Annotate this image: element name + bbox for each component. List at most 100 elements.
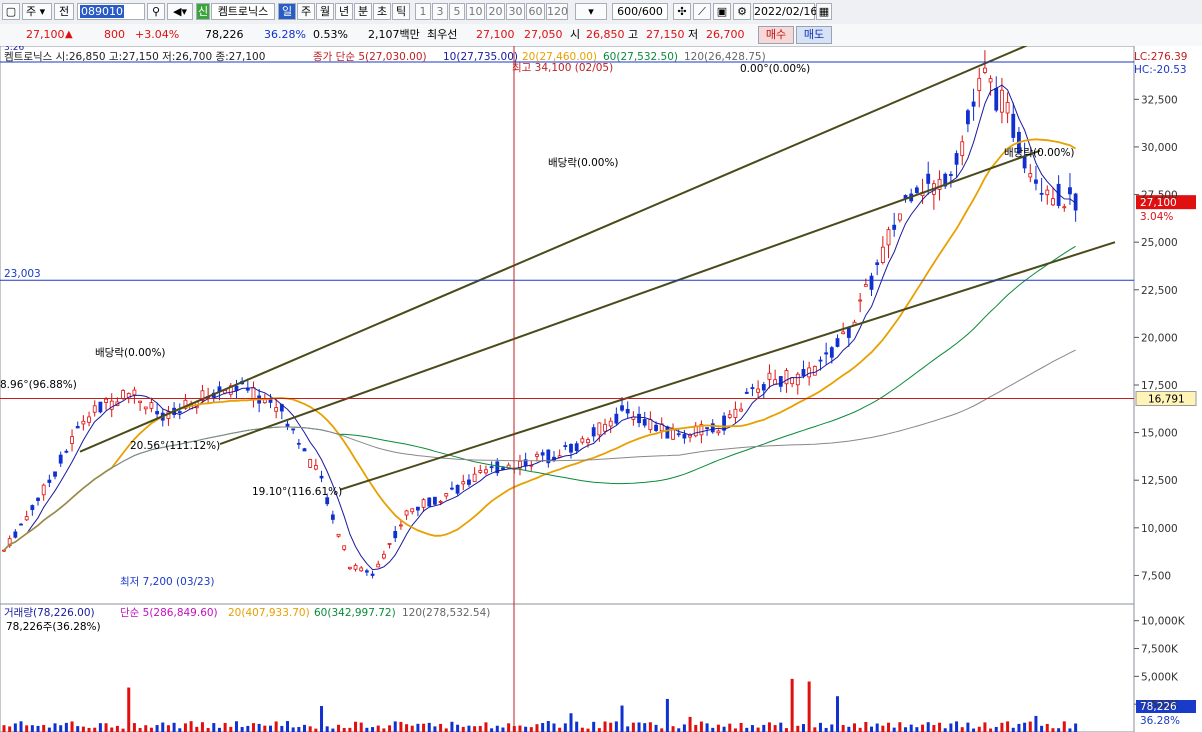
save-icon[interactable]: ▣: [713, 3, 731, 20]
best-bid: 27,050: [524, 28, 563, 41]
buy-button[interactable]: 매수: [758, 26, 794, 44]
candle-body: [739, 408, 743, 412]
candle-body: [597, 422, 602, 436]
interval-tab-5[interactable]: 5: [449, 3, 465, 20]
candle-body: [427, 497, 432, 507]
annotation-4: 배당락(0.00%): [1004, 147, 1075, 159]
volume-bar: [818, 722, 822, 732]
best-quote-label: 최우선: [427, 28, 458, 41]
volume-legend-ma120: 120(278,532.54): [402, 607, 490, 619]
market-selector[interactable]: 주 ▾: [22, 3, 52, 20]
candle-body: [58, 454, 63, 464]
interval-tab-60[interactable]: 60: [526, 3, 545, 20]
period-tab-0[interactable]: 일: [278, 3, 296, 20]
candle-body: [342, 545, 347, 550]
calendar-icon[interactable]: ▦: [816, 3, 832, 20]
speaker-icon[interactable]: ◀▾: [167, 3, 193, 20]
line-tool-icon[interactable]: ⟋: [693, 3, 711, 20]
volume-bar: [524, 726, 528, 732]
candle-body: [1034, 179, 1038, 184]
period-tab-2[interactable]: 월: [316, 3, 334, 20]
candle-body: [149, 402, 154, 409]
candle-body: [733, 408, 738, 418]
candle-body: [603, 423, 607, 432]
interval-dropdown[interactable]: ▾: [575, 3, 607, 20]
date-field[interactable]: 2022/02/16: [753, 3, 817, 20]
candle-body: [824, 352, 829, 355]
window-menu-icon[interactable]: ▢: [2, 3, 20, 20]
period-tab-4[interactable]: 분: [354, 3, 372, 20]
volume-bar: [677, 728, 681, 732]
candle-body: [858, 299, 863, 302]
crosshair-icon[interactable]: ✣: [673, 3, 691, 20]
candle-body: [750, 387, 755, 390]
candle-body: [444, 493, 449, 497]
volume-bar: [308, 726, 312, 732]
sell-button[interactable]: 매도: [796, 26, 832, 44]
volume-bar: [161, 722, 165, 732]
interval-tab-30[interactable]: 30: [506, 3, 525, 20]
volume-bar: [495, 725, 499, 732]
volume-bar: [813, 727, 817, 732]
volume-bar: [501, 727, 505, 732]
candle-body: [81, 420, 86, 425]
volume-bar: [1045, 723, 1049, 732]
interval-tab-10[interactable]: 10: [466, 3, 485, 20]
candle-body: [501, 467, 505, 470]
change-percent: +3.04%: [135, 28, 180, 41]
volume-bar: [371, 727, 375, 732]
stock-chart[interactable]: 32,50030,00027,50025,00022,50020,00017,5…: [0, 46, 1202, 732]
candle-body: [478, 470, 483, 473]
hline-label: 23,003: [4, 268, 41, 280]
annotation-1: 최저 7,200 (03/23): [120, 576, 215, 588]
volume-bar: [784, 728, 788, 732]
volume-bar: [206, 727, 210, 732]
candle-body: [30, 505, 35, 511]
volume-bar: [53, 723, 57, 732]
volume-bar: [382, 728, 386, 732]
prev-button[interactable]: 전: [54, 3, 74, 20]
interval-tab-3[interactable]: 3: [432, 3, 448, 20]
count-field[interactable]: 600/600: [612, 3, 668, 20]
gear-icon[interactable]: ⚙: [733, 3, 751, 20]
volume-bar: [76, 726, 80, 732]
best-ask: 27,100: [476, 28, 515, 41]
volume-bar: [773, 725, 777, 732]
candle-body: [472, 473, 477, 482]
candle-body: [19, 523, 23, 526]
candle-body: [665, 426, 670, 439]
volume-bar: [563, 723, 567, 732]
period-tab-5[interactable]: 초: [373, 3, 391, 20]
candle-body: [291, 428, 296, 431]
interval-tab-20[interactable]: 20: [486, 3, 505, 20]
candle-body: [875, 262, 880, 266]
price-axis-label: 17,500: [1141, 380, 1178, 392]
period-tab-3[interactable]: 년: [335, 3, 353, 20]
price-axis-label: 10,000: [1141, 523, 1178, 535]
candle-body: [404, 510, 409, 516]
search-icon[interactable]: ⚲: [147, 3, 165, 20]
candle-body: [438, 500, 443, 503]
candle-body: [795, 373, 800, 386]
interval-tab-1[interactable]: 1: [415, 3, 431, 20]
period-tab-1[interactable]: 주: [297, 3, 315, 20]
candle-body: [47, 479, 52, 483]
candle-body: [897, 213, 902, 221]
volume-bar: [1028, 721, 1032, 732]
volume-bar: [342, 728, 346, 732]
stock-code-input[interactable]: 089010: [77, 3, 145, 20]
volume-bar: [733, 728, 737, 732]
candle-body: [625, 408, 630, 414]
interval-tab-120[interactable]: 120: [546, 3, 568, 20]
volume-bar: [892, 727, 896, 732]
price-axis-label: 30,000: [1141, 142, 1178, 154]
candle-body: [563, 445, 568, 448]
candle-body: [727, 414, 732, 418]
volume-bar: [325, 726, 329, 732]
period-tab-6[interactable]: 틱: [392, 3, 410, 20]
candle-body: [948, 174, 953, 176]
volume-bar: [183, 723, 187, 732]
candle-body: [807, 367, 812, 378]
candle-body: [722, 415, 726, 431]
market-selector-label: 주: [26, 5, 37, 18]
